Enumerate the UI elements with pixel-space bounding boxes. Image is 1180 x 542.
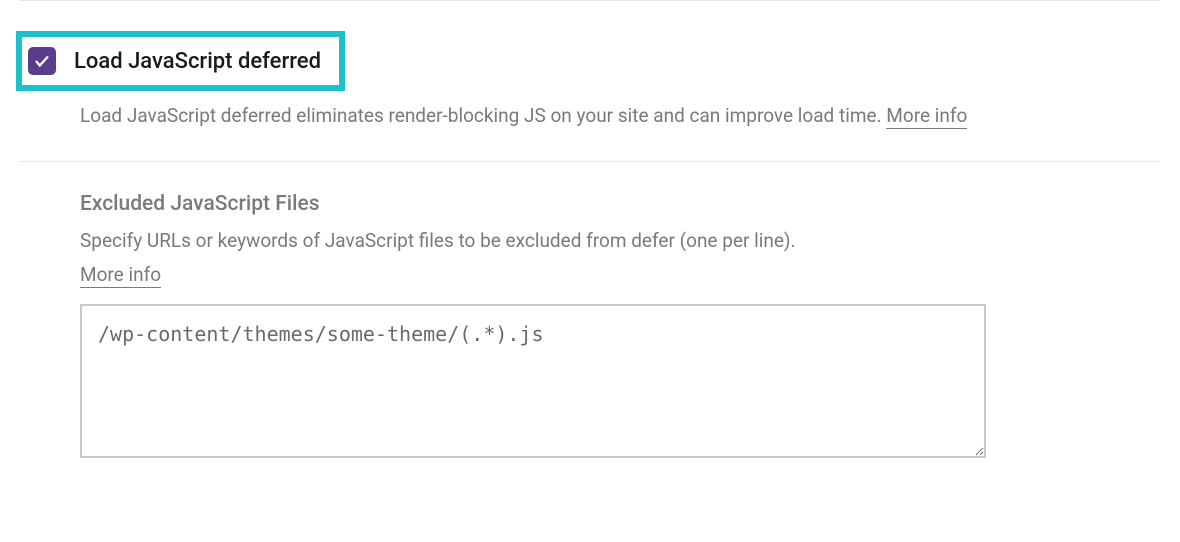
excluded-files-textarea-wrap — [80, 304, 1160, 462]
excluded-files-more-info-wrap: More info — [80, 263, 1160, 286]
load-deferred-label: Load JavaScript deferred — [74, 49, 321, 74]
excluded-files-description: Specify URLs or keywords of JavaScript f… — [80, 226, 1160, 256]
excluded-files-textarea[interactable] — [80, 304, 986, 458]
section-excluded-files: Excluded JavaScript Files Specify URLs o… — [20, 162, 1160, 461]
section-load-js-deferred: Load JavaScript deferred Load JavaScript… — [20, 1, 1160, 161]
load-deferred-description: Load JavaScript deferred eliminates rend… — [20, 101, 1160, 131]
excluded-files-title: Excluded JavaScript Files — [80, 192, 1160, 216]
load-deferred-checkbox[interactable] — [28, 47, 56, 75]
more-info-link-2[interactable]: More info — [80, 263, 161, 288]
settings-panel: Load JavaScript deferred Load JavaScript… — [0, 0, 1180, 462]
checkmark-icon — [33, 52, 51, 70]
load-deferred-description-text: Load JavaScript deferred eliminates rend… — [80, 104, 886, 127]
highlight-annotation-box: Load JavaScript deferred — [16, 31, 345, 91]
more-info-link-1[interactable]: More info — [886, 104, 967, 129]
